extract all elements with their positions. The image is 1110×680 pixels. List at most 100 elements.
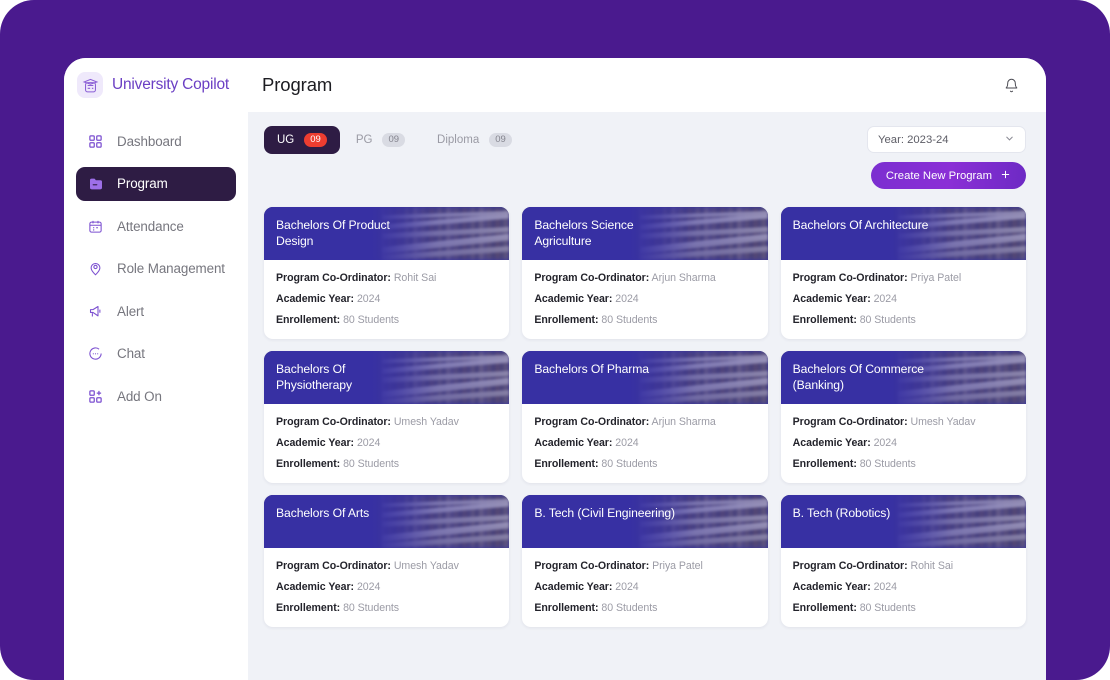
- tab-count-badge: 09: [382, 133, 406, 147]
- sidebar-item-alert[interactable]: Alert: [76, 294, 236, 328]
- program-card[interactable]: Bachelors Of Architecture Program Co-Ordi…: [780, 207, 1026, 339]
- graduation-cap-icon: [77, 72, 103, 98]
- app-window: University Copilot Program Dashboard Pro…: [64, 58, 1046, 680]
- tab-ug[interactable]: UG 09: [264, 126, 340, 154]
- program-card[interactable]: Bachelors Science Agriculture Program Co-…: [522, 207, 768, 339]
- program-title: B. Tech (Civil Engineering): [534, 506, 676, 520]
- bell-icon[interactable]: [998, 72, 1024, 98]
- enrollement-label: Enrollement:: [792, 458, 857, 470]
- academic-year-row: Academic Year: 2024: [534, 581, 755, 593]
- sidebar-item-program[interactable]: Program: [76, 166, 236, 201]
- coordinator-value: Umesh Yadav: [393, 560, 459, 572]
- enrollement-label: Enrollement:: [276, 314, 341, 326]
- academic-year-row: Academic Year: 2024: [793, 293, 1014, 305]
- sidebar-item-attendance[interactable]: Attendance: [76, 209, 236, 243]
- academic-year-row: Academic Year: 2024: [276, 581, 497, 593]
- page-title: Program: [262, 74, 333, 95]
- program-card[interactable]: Bachelors Of Commerce (Banking) Program C…: [780, 351, 1026, 483]
- body: Dashboard Program Attendance Role Manage…: [64, 112, 1046, 680]
- coordinator-label: Program Co-Ordinator:: [534, 416, 650, 428]
- tab-label: UG: [277, 134, 295, 146]
- program-title: B. Tech (Robotics): [792, 506, 891, 520]
- academic-year-value: 2024: [356, 437, 381, 449]
- academic-year-label: Academic Year:: [276, 581, 355, 593]
- coordinator-label: Program Co-Ordinator:: [792, 416, 908, 428]
- academic-year-label: Academic Year:: [534, 437, 613, 449]
- tab-label: PG: [355, 134, 373, 146]
- sidebar-item-add-on[interactable]: Add On: [76, 379, 236, 413]
- program-title: Bachelors Of Pharma: [534, 362, 649, 376]
- program-card-header: Bachelors Of Architecture: [780, 207, 1026, 260]
- controls-row: UG 09 PG 09 Diploma 09 Year: 2023-24 Cre…: [264, 126, 1026, 189]
- academic-year-value: 2024: [615, 581, 639, 593]
- enrollement-row: Enrollement: 80 Students: [793, 314, 1014, 326]
- brand-name: University Copilot: [112, 76, 229, 93]
- program-card[interactable]: Bachelors Of Product Design Program Co-Or…: [264, 207, 510, 339]
- coordinator-value: Umesh Yadav: [910, 416, 976, 428]
- program-card-header: Bachelors Of Pharma: [522, 351, 768, 404]
- enrollement-row: Enrollement: 80 Students: [793, 458, 1014, 470]
- tab-count-badge: 09: [489, 133, 512, 147]
- program-card-body: Program Co-Ordinator: Priya Patel Academi…: [522, 548, 767, 627]
- program-card-header: B. Tech (Robotics): [780, 495, 1026, 548]
- coordinator-value: Arjun Sharma: [651, 416, 716, 428]
- academic-year-row: Academic Year: 2024: [276, 293, 497, 305]
- sidebar-item-chat[interactable]: Chat: [76, 337, 236, 371]
- sidebar-item-dashboard[interactable]: Dashboard: [76, 124, 236, 158]
- enrollement-value: 80 Students: [343, 458, 400, 470]
- program-card[interactable]: B. Tech (Civil Engineering) Program Co-Or…: [522, 495, 768, 627]
- program-card-grid: Bachelors Of Product Design Program Co-Or…: [264, 207, 1026, 627]
- coordinator-row: Program Co-Ordinator: Umesh Yadav: [276, 560, 497, 572]
- sidebar-item-role-management[interactable]: Role Management: [76, 252, 236, 286]
- academic-year-row: Academic Year: 2024: [534, 293, 755, 305]
- academic-year-label: Academic Year:: [276, 437, 355, 449]
- enrollement-label: Enrollement:: [276, 458, 341, 470]
- enrollement-label: Enrollement:: [534, 458, 599, 470]
- create-new-program-button[interactable]: Create New Program: [870, 162, 1026, 189]
- program-card-header: Bachelors Of Physiotherapy: [264, 351, 510, 404]
- enrollement-value: 80 Students: [859, 602, 916, 614]
- enrollement-row: Enrollement: 80 Students: [534, 602, 755, 614]
- program-title: Bachelors Of Architecture: [792, 218, 929, 232]
- program-card-header: B. Tech (Civil Engineering): [522, 495, 768, 548]
- coordinator-value: Rohit Sai: [393, 272, 437, 284]
- academic-year-value: 2024: [356, 581, 381, 593]
- academic-year-label: Academic Year:: [534, 581, 613, 593]
- tab-diploma[interactable]: Diploma 09: [421, 126, 528, 154]
- sidebar-item-label: Alert: [117, 303, 145, 319]
- enrollement-row: Enrollement: 80 Students: [534, 314, 755, 326]
- tab-pg[interactable]: PG 09: [340, 126, 421, 154]
- academic-year-value: 2024: [873, 437, 897, 449]
- program-card[interactable]: B. Tech (Robotics) Program Co-Ordinator: …: [780, 495, 1026, 627]
- coordinator-value: Priya Patel: [652, 560, 703, 572]
- program-title: Bachelors Of Arts: [276, 506, 370, 520]
- program-card-header: Bachelors Of Arts: [264, 495, 510, 548]
- calendar-icon: [87, 218, 104, 235]
- enrollement-row: Enrollement: 80 Students: [793, 602, 1014, 614]
- sidebar-item-label: Role Management: [117, 261, 225, 276]
- plus-icon: [1000, 169, 1011, 183]
- coordinator-label: Program Co-Ordinator:: [276, 560, 391, 572]
- program-card[interactable]: Bachelors Of Pharma Program Co-Ordinator:…: [522, 351, 768, 483]
- academic-year-label: Academic Year:: [792, 581, 871, 593]
- tab-label: Diploma: [437, 134, 480, 146]
- program-title: Bachelors Science Agriculture: [534, 218, 634, 249]
- coordinator-row: Program Co-Ordinator: Umesh Yadav: [276, 416, 497, 428]
- academic-year-value: 2024: [873, 581, 897, 593]
- coordinator-value: Umesh Yadav: [393, 416, 459, 428]
- coordinator-row: Program Co-Ordinator: Arjun Sharma: [534, 416, 755, 428]
- enrollement-label: Enrollement:: [534, 602, 599, 614]
- program-card-header: Bachelors Science Agriculture: [522, 207, 768, 260]
- program-card[interactable]: Bachelors Of Arts Program Co-Ordinator: U…: [264, 495, 510, 627]
- coordinator-label: Program Co-Ordinator:: [534, 272, 650, 284]
- sidebar-item-label: Attendance: [117, 218, 184, 234]
- sidebar-item-label: Add On: [117, 388, 162, 404]
- program-card[interactable]: Bachelors Of Physiotherapy Program Co-Ord…: [264, 351, 510, 483]
- academic-year-label: Academic Year:: [792, 437, 871, 449]
- year-select[interactable]: Year: 2023-24: [867, 126, 1026, 153]
- create-new-program-label: Create New Program: [885, 169, 992, 182]
- enrollement-value: 80 Students: [601, 458, 658, 470]
- brand[interactable]: University Copilot: [64, 72, 248, 98]
- enrollement-value: 80 Students: [859, 314, 916, 326]
- program-card-header: Bachelors Of Commerce (Banking): [780, 351, 1026, 404]
